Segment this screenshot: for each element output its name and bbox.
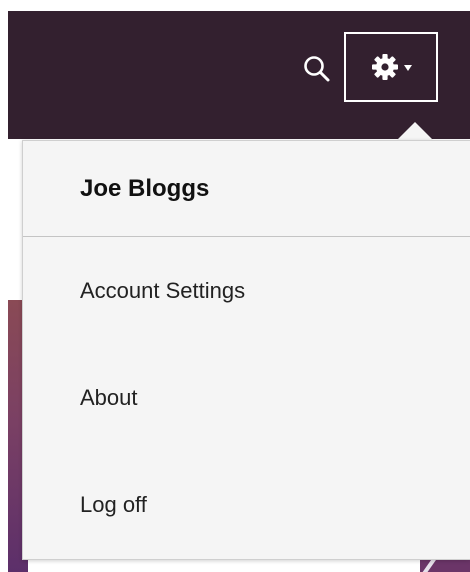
caret-down-icon (404, 65, 412, 71)
gear-icon (372, 54, 398, 80)
page: Joe Bloggs Account Settings About Log of… (0, 0, 470, 572)
user-name: Joe Bloggs (80, 174, 210, 202)
search-icon (304, 56, 330, 82)
menu-item-log-off[interactable]: Log off (23, 451, 470, 558)
menu-user-header: Joe Bloggs (23, 141, 470, 237)
menu-pointer (396, 122, 434, 141)
menu-item-account-settings[interactable]: Account Settings (23, 237, 470, 344)
menu-item-about[interactable]: About (23, 344, 470, 451)
search-button[interactable] (302, 53, 332, 87)
user-dropdown-menu: Joe Bloggs Account Settings About Log of… (22, 140, 470, 560)
settings-menu-button[interactable] (344, 32, 438, 102)
